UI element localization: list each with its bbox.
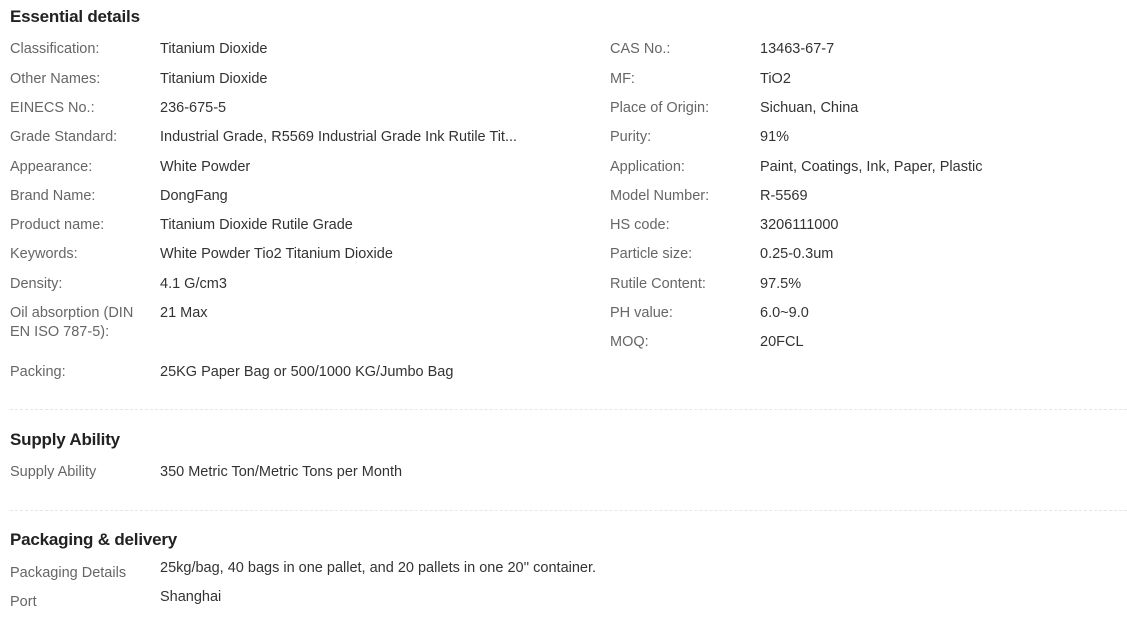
appearance-value: White Powder	[160, 159, 251, 175]
brand-name-value: DongFang	[160, 188, 228, 204]
cas-no-value: 13463-67-7	[760, 41, 835, 57]
packing-label: Packing:	[10, 364, 66, 380]
keywords-label: Keywords:	[10, 246, 78, 262]
essential-details-title: Essential details	[10, 7, 140, 26]
port-value: Shanghai	[160, 589, 222, 605]
oil-absorption-value: 21 Max	[160, 305, 208, 321]
classification-value: Titanium Dioxide	[160, 41, 268, 57]
appearance-label: Appearance:	[10, 159, 93, 175]
brand-name-label: Brand Name:	[10, 188, 96, 204]
application-label: Application:	[610, 159, 685, 175]
ph-value-label: PH value:	[610, 305, 673, 321]
einecs-label: EINECS No.:	[10, 100, 95, 116]
particle-size-value: 0.25-0.3um	[760, 246, 834, 262]
product-name-value: Titanium Dioxide Rutile Grade	[160, 217, 353, 233]
packaging-details-label: Packaging Details	[10, 565, 127, 581]
packing-value: 25KG Paper Bag or 500/1000 KG/Jumbo Bag	[160, 364, 454, 380]
hs-code-label: HS code:	[610, 217, 670, 233]
application-value: Paint, Coatings, Ink, Paper, Plastic	[760, 159, 983, 175]
hs-code-value: 3206111000	[760, 217, 839, 233]
grade-standard-label: Grade Standard:	[10, 129, 118, 145]
model-number-value: R-5569	[760, 188, 808, 204]
section-divider	[10, 409, 1127, 410]
density-value: 4.1 G/cm3	[160, 276, 227, 292]
supply-ability-value: 350 Metric Ton/Metric Tons per Month	[160, 464, 403, 480]
model-number-label: Model Number:	[610, 188, 710, 204]
oil-absorption-label: Oil absorption (DIN EN ISO 787-5):	[10, 305, 134, 340]
place-of-origin-label: Place of Origin:	[610, 100, 710, 116]
classification-label: Classification:	[10, 41, 100, 57]
port-label: Port	[10, 594, 37, 610]
rutile-content-label: Rutile Content:	[610, 276, 706, 292]
moq-value: 20FCL	[760, 334, 804, 350]
place-of-origin-value: Sichuan, China	[760, 100, 859, 116]
packaging-details-value: 25kg/bag, 40 bags in one pallet, and 20 …	[160, 560, 597, 576]
ph-value-value: 6.0~9.0	[760, 305, 809, 321]
rutile-content-value: 97.5%	[760, 276, 802, 292]
other-names-value: Titanium Dioxide	[160, 71, 268, 87]
product-name-label: Product name:	[10, 217, 105, 233]
mf-value: TiO2	[760, 71, 791, 87]
moq-label: MOQ:	[610, 334, 649, 350]
mf-label: MF:	[610, 71, 635, 87]
grade-standard-value: Industrial Grade, R5569 Industrial Grade…	[160, 129, 518, 145]
purity-value: 91%	[760, 129, 790, 145]
particle-size-label: Particle size:	[610, 246, 693, 262]
supply-ability-label: Supply Ability	[10, 464, 97, 480]
other-names-label: Other Names:	[10, 71, 101, 87]
section-divider	[10, 510, 1127, 511]
keywords-value: White Powder Tio2 Titanium Dioxide	[160, 246, 393, 262]
packaging-delivery-title: Packaging & delivery	[10, 530, 178, 549]
supply-ability-title: Supply Ability	[10, 430, 120, 449]
einecs-value: 236-675-5	[160, 100, 227, 116]
cas-no-label: CAS No.:	[610, 41, 671, 57]
purity-label: Purity:	[610, 129, 652, 145]
density-label: Density:	[10, 276, 63, 292]
